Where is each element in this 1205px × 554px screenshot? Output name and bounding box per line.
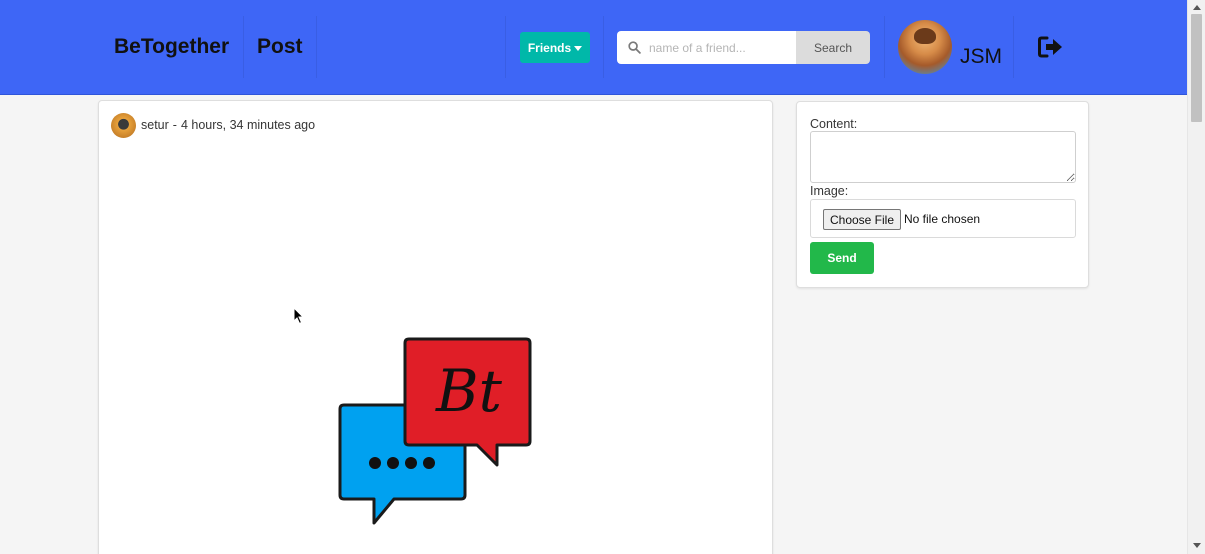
author-avatar[interactable] [111,113,136,138]
choose-file-button[interactable]: Choose File [823,209,901,230]
post-image: Bt [338,337,532,525]
scroll-thumb[interactable] [1191,14,1202,122]
caret-down-icon [574,45,583,51]
image-file-input: Choose File No file chosen [810,199,1076,238]
search-button[interactable]: Search [796,31,870,64]
post-nav-link[interactable]: Post [243,16,317,78]
post-author[interactable]: setur [141,118,169,132]
friends-menu: Friends [505,16,604,78]
post-meta: setur - 4 hours, 34 minutes ago [141,118,315,132]
user-name: JSM [960,45,1002,68]
mouse-pointer-icon [293,307,305,325]
logout-link[interactable] [1014,16,1086,78]
meta-separator: - [172,118,177,132]
file-status: No file chosen [904,212,981,226]
content-textarea[interactable] [810,131,1076,183]
search-field [617,31,797,64]
new-post-form: Content: Image: Choose File No file chos… [796,101,1089,288]
friends-dropdown-button[interactable]: Friends [520,32,590,63]
image-label: Image: [810,184,849,198]
brand-link[interactable]: BeTogether [100,16,245,78]
search-input[interactable] [649,31,795,64]
scroll-down-arrow-icon[interactable] [1193,543,1201,548]
red-chat-bubble: Bt [403,337,532,467]
page-scrollbar[interactable] [1187,0,1205,554]
friends-button-label: Friends [527,40,572,55]
post-time: 4 hours, 34 minutes ago [180,118,316,132]
top-navbar: BeTogether Post Friends Search JSM [0,0,1187,95]
search-icon [628,41,641,54]
sign-out-icon[interactable] [1038,36,1064,58]
post-card: setur - 4 hours, 34 minutes ago Bt [98,100,773,554]
user-avatar[interactable] [898,20,952,74]
scroll-up-arrow-icon[interactable] [1193,5,1201,10]
content-label: Content: [810,117,858,131]
user-profile-link[interactable]: JSM [884,16,1014,78]
logo-text: Bt [435,357,503,425]
friend-search: Search [603,16,885,78]
send-button[interactable]: Send [810,242,874,274]
